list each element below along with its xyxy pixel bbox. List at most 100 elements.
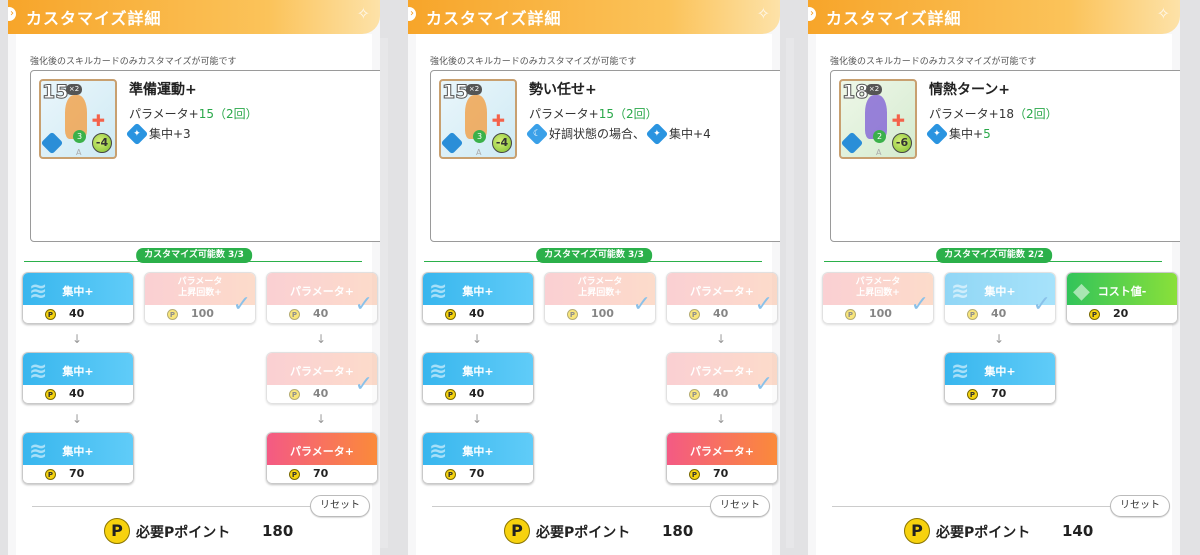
option-parameter-1[interactable]: パラメータ+ P 40 ✓ [666, 272, 778, 324]
customize-count: カスタマイズ可能数 3/3 [136, 248, 252, 263]
p-point-icon: P [45, 309, 56, 320]
p-point-icon: P [289, 309, 300, 320]
p-point-icon: P [167, 309, 178, 320]
rarity-letter: A [876, 148, 882, 157]
option-parameter-2[interactable]: パラメータ+ P 40 ✓ [666, 352, 778, 404]
cost-badge: -4 [492, 133, 512, 153]
multiplier-badge: ×2 [466, 84, 482, 95]
divider [432, 506, 752, 507]
option-param-count[interactable]: パラメータ 上昇回数+ P 100 ✓ [544, 272, 656, 324]
customize-panel-3: › カスタマイズ詳細 ✧ 強化後のスキルカードのみカスタマイズが可能です 18 … [808, 0, 1180, 555]
panel-title: カスタマイズ詳細 [426, 9, 562, 28]
card-name: 情熱ターン+ [929, 82, 1011, 98]
multiplier-badge: ×2 [66, 84, 82, 95]
skill-card-thumbnail: 15 ×2 ✚ 3 A -4 [439, 79, 517, 159]
checkmark-icon: ✓ [632, 292, 651, 317]
arrow-down-icon: ↓ [472, 412, 483, 426]
sparkle-icon: ✧ [756, 4, 770, 23]
points-label: 必要Pポイント [936, 525, 1031, 541]
option-parameter-3[interactable]: パラメータ+ P 70 [266, 432, 378, 484]
skill-card-detail: 15 ×2 ✚ 3 A -4 勢い任せ+ パラメータ+15（2回） ☾ 好調状態… [430, 70, 780, 242]
card-name: 準備運動+ [129, 82, 197, 98]
enhanced-plus-icon: ✚ [891, 111, 905, 130]
rarity-letter: A [76, 148, 82, 157]
customize-note: 強化後のスキルカードのみカスタマイズが可能です [430, 57, 637, 67]
option-parameter-2[interactable]: パラメータ+ P 40 ✓ [266, 352, 378, 404]
card-parameter: パラメータ+15（2回） [129, 107, 258, 121]
reset-button[interactable]: リセット [310, 495, 370, 517]
p-point-icon: P [845, 309, 856, 320]
p-point-icon: P [689, 309, 700, 320]
p-point-icon: P [289, 389, 300, 400]
skill-card-detail: 15 ×2 ✚ 3 A -4 準備運動+ パラメータ+15（2回） ✦ 集中+3 [30, 70, 380, 242]
panel-header: › カスタマイズ詳細 ✧ [408, 0, 780, 34]
points-label: 必要Pポイント [136, 525, 231, 541]
p-point-icon: P [689, 469, 700, 480]
enhanced-plus-icon: ✚ [491, 111, 505, 130]
multiplier-badge: ×2 [866, 84, 882, 95]
cost-badge: -6 [892, 133, 912, 153]
p-point-icon: P [904, 518, 930, 544]
customize-count: カスタマイズ可能数 2/2 [936, 248, 1052, 263]
card-parameter: パラメータ+15（2回） [529, 107, 658, 121]
arrow-down-icon: ↓ [994, 332, 1005, 346]
rarity-letter: A [476, 148, 482, 157]
sparkle-icon: ✧ [356, 4, 370, 23]
checkmark-icon: ✓ [754, 292, 773, 317]
plus-count-badge: 3 [73, 130, 86, 143]
option-concentration-1[interactable]: ≋ 集中+ P 40 ✓ [944, 272, 1056, 324]
option-concentration-3[interactable]: ≋ 集中+ P 70 [22, 432, 134, 484]
p-point-icon: P [445, 309, 456, 320]
p-point-icon: P [967, 389, 978, 400]
p-point-icon: P [104, 518, 130, 544]
option-concentration-2[interactable]: ≋ 集中+ P 40 [422, 352, 534, 404]
option-concentration-3[interactable]: ≋ 集中+ P 70 [422, 432, 534, 484]
p-point-icon: P [1089, 309, 1100, 320]
p-point-icon: P [445, 389, 456, 400]
panel-title: カスタマイズ詳細 [826, 9, 962, 28]
option-concentration-1[interactable]: ≋ 集中+ P 40 [22, 272, 134, 324]
divider [32, 506, 352, 507]
p-point-icon: P [289, 469, 300, 480]
concentration-type-icon [441, 131, 464, 155]
option-param-count[interactable]: パラメータ 上昇回数+ P 100 ✓ [822, 272, 934, 324]
points-label: 必要Pポイント [536, 525, 631, 541]
scroll-gutter [380, 38, 388, 548]
option-concentration-1[interactable]: ≋ 集中+ P 40 [422, 272, 534, 324]
p-point-icon: P [567, 309, 578, 320]
panel-title: カスタマイズ詳細 [26, 9, 162, 28]
skill-card-thumbnail: 18 ×2 ✚ 2 A -6 [839, 79, 917, 159]
back-arrow-icon[interactable]: › [408, 7, 416, 21]
cost-badge: -4 [92, 133, 112, 153]
back-arrow-icon[interactable]: › [808, 7, 816, 21]
arrow-down-icon: ↓ [316, 412, 327, 426]
p-point-icon: P [689, 389, 700, 400]
reset-button[interactable]: リセット [1110, 495, 1170, 517]
concentration-type-icon [41, 131, 64, 155]
card-level: 15 [441, 81, 469, 104]
option-parameter-1[interactable]: パラメータ+ P 40 ✓ [266, 272, 378, 324]
panel-header: › カスタマイズ詳細 ✧ [808, 0, 1180, 34]
option-concentration-2[interactable]: ≋ 集中+ P 40 [22, 352, 134, 404]
customize-count: カスタマイズ可能数 3/3 [536, 248, 652, 263]
arrow-down-icon: ↓ [316, 332, 327, 346]
arrow-down-icon: ↓ [716, 332, 727, 346]
option-concentration-2[interactable]: ≋ 集中+ P 70 [944, 352, 1056, 404]
concentration-type-icon [841, 131, 864, 155]
option-cost-down[interactable]: ◆ コスト値- P 20 [1066, 272, 1178, 324]
option-param-count[interactable]: パラメータ 上昇回数+ P 100 ✓ [144, 272, 256, 324]
skill-card-thumbnail: 15 ×2 ✚ 3 A -4 [39, 79, 117, 159]
points-total: 140 [1062, 522, 1094, 540]
points-total: 180 [662, 522, 694, 540]
points-total: 180 [262, 522, 294, 540]
concentration-icon: ✦ [645, 122, 669, 145]
checkmark-icon: ✓ [910, 292, 929, 317]
option-parameter-3[interactable]: パラメータ+ P 70 [666, 432, 778, 484]
good-condition-icon: ☾ [525, 122, 549, 145]
arrow-down-icon: ↓ [72, 332, 83, 346]
reset-button[interactable]: リセット [710, 495, 770, 517]
arrow-down-icon: ↓ [716, 412, 727, 426]
customize-note: 強化後のスキルカードのみカスタマイズが可能です [30, 57, 237, 67]
back-arrow-icon[interactable]: › [8, 7, 16, 21]
customize-panel-2: › カスタマイズ詳細 ✧ 強化後のスキルカードのみカスタマイズが可能です 15 … [408, 0, 780, 555]
